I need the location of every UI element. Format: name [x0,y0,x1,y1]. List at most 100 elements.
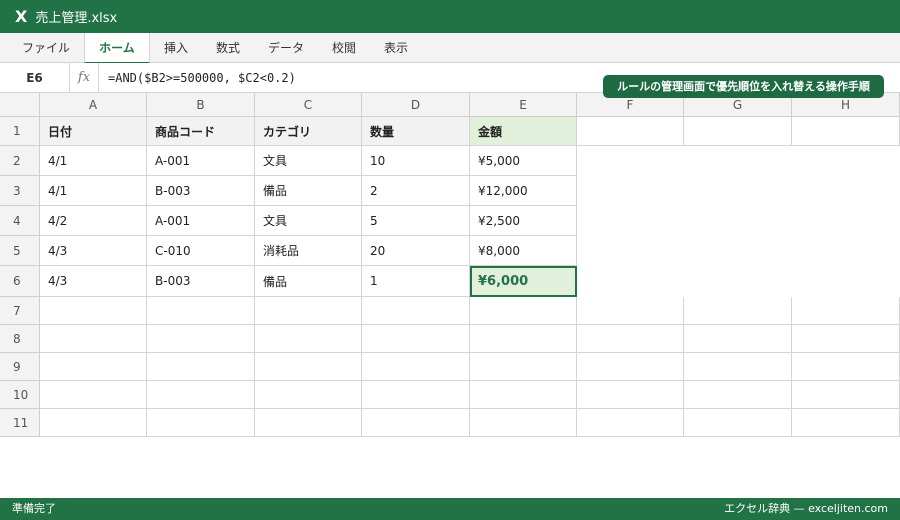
cell-b8[interactable] [147,325,255,353]
cell-c8[interactable] [255,325,362,353]
cell-c2[interactable]: 文具 [255,146,362,176]
row-header-4[interactable]: 4 [0,206,40,236]
cell-b4[interactable]: A-001 [147,206,255,236]
cell-f8[interactable] [577,325,684,353]
cell-a11[interactable] [40,409,147,437]
cell-g10[interactable] [684,381,792,409]
cell-d5[interactable]: 20 [362,236,470,266]
column-header-e[interactable]: E [470,93,577,117]
row-header-3[interactable]: 3 [0,176,40,206]
cell-a8[interactable] [40,325,147,353]
cell-b11[interactable] [147,409,255,437]
cell-f1[interactable] [577,117,684,146]
cell-f10[interactable] [577,381,684,409]
cell-c5[interactable]: 消耗品 [255,236,362,266]
cell-b7[interactable] [147,297,255,325]
cell-f7[interactable] [577,297,684,325]
cell-c10[interactable] [255,381,362,409]
row-header-2[interactable]: 2 [0,146,40,176]
cell-c6[interactable]: 備品 [255,266,362,297]
cell-d4[interactable]: 5 [362,206,470,236]
cell-c1[interactable]: カテゴリ [255,117,362,146]
cell-e1[interactable]: 金額 [470,117,577,146]
row-header-5[interactable]: 5 [0,236,40,266]
cell-f9[interactable] [577,353,684,381]
row-header-1[interactable]: 1 [0,117,40,146]
formula-input[interactable]: =AND($B2>=500000, $C2<0.2) [108,63,296,93]
fx-icon[interactable]: fx [70,63,99,93]
cell-a3[interactable]: 4/1 [40,176,147,206]
name-box[interactable]: E6 [0,63,70,93]
cell-e9[interactable] [470,353,577,381]
tab-insert[interactable]: 挿入 [152,33,200,63]
tab-view[interactable]: 表示 [372,33,420,63]
cell-e11[interactable] [470,409,577,437]
cell-a9[interactable] [40,353,147,381]
cell-d10[interactable] [362,381,470,409]
cell-e4[interactable]: ¥2,500 [470,206,577,236]
column-header-c[interactable]: C [255,93,362,117]
cell-g7[interactable] [684,297,792,325]
cell-a6[interactable]: 4/3 [40,266,147,297]
cell-e8[interactable] [470,325,577,353]
cell-b9[interactable] [147,353,255,381]
cell-c7[interactable] [255,297,362,325]
tab-formulas[interactable]: 数式 [203,33,253,63]
cell-g8[interactable] [684,325,792,353]
cell-f11[interactable] [577,409,684,437]
cell-a1[interactable]: 日付 [40,117,147,146]
cell-e2[interactable]: ¥5,000 [470,146,577,176]
cell-e7[interactable] [470,297,577,325]
cell-h8[interactable] [792,325,900,353]
cell-a2[interactable]: 4/1 [40,146,147,176]
row-header-11[interactable]: 11 [0,409,40,437]
cell-a4[interactable]: 4/2 [40,206,147,236]
cell-h11[interactable] [792,409,900,437]
cell-e3[interactable]: ¥12,000 [470,176,577,206]
cell-b6[interactable]: B-003 [147,266,255,297]
column-header-d[interactable]: D [362,93,470,117]
active-cell-e6[interactable]: ¥6,000 [470,266,577,297]
cell-a10[interactable] [40,381,147,409]
cell-e5[interactable]: ¥8,000 [470,236,577,266]
cell-c3[interactable]: 備品 [255,176,362,206]
cell-d3[interactable]: 2 [362,176,470,206]
cell-e10[interactable] [470,381,577,409]
tab-home[interactable]: ホーム [84,33,150,64]
tab-data[interactable]: データ [256,33,316,63]
cell-b10[interactable] [147,381,255,409]
tab-file[interactable]: ファイル [10,33,82,63]
cell-g9[interactable] [684,353,792,381]
cell-d8[interactable] [362,325,470,353]
cell-h10[interactable] [792,381,900,409]
cell-d6[interactable]: 1 [362,266,470,297]
cell-d9[interactable] [362,353,470,381]
cell-d2[interactable]: 10 [362,146,470,176]
cell-h9[interactable] [792,353,900,381]
cell-h1[interactable] [792,117,900,146]
cell-c9[interactable] [255,353,362,381]
cell-d7[interactable] [362,297,470,325]
cell-d1[interactable]: 数量 [362,117,470,146]
row-header-8[interactable]: 8 [0,325,40,353]
column-header-a[interactable]: A [40,93,147,117]
select-all-corner[interactable] [0,93,40,117]
cell-a5[interactable]: 4/3 [40,236,147,266]
cell-b2[interactable]: A-001 [147,146,255,176]
row-header-6[interactable]: 6 [0,266,40,297]
cell-a7[interactable] [40,297,147,325]
cell-c4[interactable]: 文具 [255,206,362,236]
row-header-10[interactable]: 10 [0,381,40,409]
cell-g1[interactable] [684,117,792,146]
cell-d11[interactable] [362,409,470,437]
cell-b1[interactable]: 商品コード [147,117,255,146]
cell-b3[interactable]: B-003 [147,176,255,206]
cell-g11[interactable] [684,409,792,437]
cell-b5[interactable]: C-010 [147,236,255,266]
tab-review[interactable]: 校閲 [320,33,368,63]
cell-h7[interactable] [792,297,900,325]
row-header-7[interactable]: 7 [0,297,40,325]
row-header-9[interactable]: 9 [0,353,40,381]
cell-c11[interactable] [255,409,362,437]
column-header-b[interactable]: B [147,93,255,117]
